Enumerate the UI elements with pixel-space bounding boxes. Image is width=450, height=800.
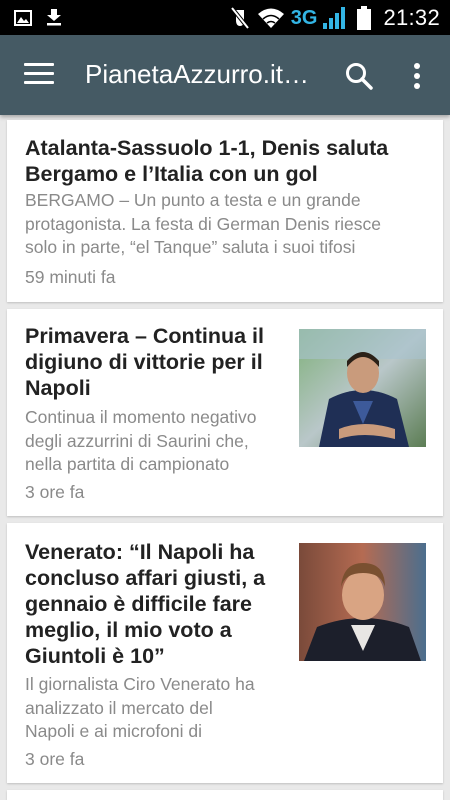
article-card[interactable]: Primavera – Continua il digiuno di vitto… [7,309,443,516]
network-type-label: 3G [290,6,318,29]
signal-icon [323,7,346,29]
article-card[interactable] [7,790,443,800]
wifi-icon [257,8,284,28]
menu-icon[interactable] [24,63,54,87]
article-excerpt: Continua il momento negativo degli azzur… [25,407,257,474]
article-title: Venerato: “Il Napoli ha concluso affari … [25,540,266,668]
article-time: 3 ore fa [25,482,85,502]
search-icon[interactable] [344,61,374,91]
app-title: PianetaAzzurro.it… [85,59,309,89]
mute-icon [230,6,250,30]
battery-icon [357,6,372,30]
image-icon [14,9,32,26]
status-bar: 3G 21:32 [0,0,450,35]
article-time: 59 minuti fa [25,267,116,287]
clock: 21:32 [383,5,440,30]
article-title: Atalanta-Sassuolo 1-1, Denis saluta Berg… [25,136,389,186]
article-excerpt: BERGAMO – Un punto a testa e un grande p… [25,190,382,257]
article-time: 3 ore fa [25,749,85,769]
more-vert-icon[interactable] [405,59,429,93]
article-card[interactable]: Atalanta-Sassuolo 1-1, Denis saluta Berg… [7,120,443,302]
journalist-photo [299,543,426,661]
article-excerpt: Il giornalista Ciro Venerato ha analizza… [25,674,255,741]
app-bar: PianetaAzzurro.it… [0,35,450,115]
coach-photo [299,329,426,447]
download-icon [47,9,61,26]
article-card[interactable]: Venerato: “Il Napoli ha concluso affari … [7,523,443,783]
article-title: Primavera – Continua il digiuno di vitto… [25,324,264,400]
